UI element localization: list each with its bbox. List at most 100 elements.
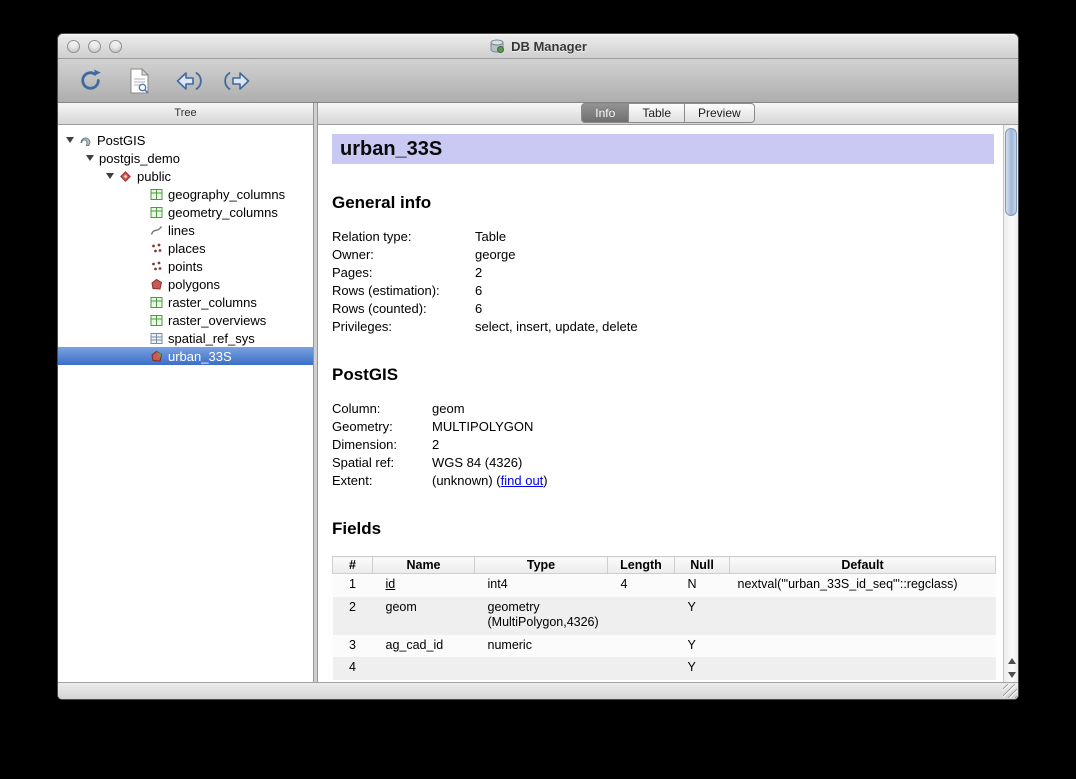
tree-item-public[interactable]: public [58, 167, 313, 185]
resize-grip-icon[interactable] [1003, 684, 1017, 698]
table-icon [150, 206, 164, 219]
info-label: Geometry: [332, 418, 432, 436]
info-row: Rows (estimation):6 [332, 282, 994, 300]
export-layer-button[interactable] [221, 65, 253, 97]
info-row-extent: Extent: (unknown) (find out) [332, 472, 994, 490]
tree-item-spatial-ref-sys[interactable]: spatial_ref_sys [58, 329, 313, 347]
vertical-scrollbar[interactable] [1003, 125, 1018, 682]
refresh-icon [78, 68, 103, 93]
info-value: 2 [432, 436, 439, 454]
tree-item-label: points [168, 259, 203, 274]
postgis-rows: Column:geom Geometry:MULTIPOLYGON Dimens… [332, 400, 994, 490]
db-manager-window: DB Manager [57, 33, 1019, 700]
fields-heading: Fields [332, 519, 994, 539]
tab-preview[interactable]: Preview [685, 103, 755, 123]
tree-item-label: spatial_ref_sys [168, 331, 255, 346]
info-row: Spatial ref:WGS 84 (4326) [332, 454, 994, 472]
info-value: Table [475, 228, 506, 246]
db-tree: PostGIS postgis_demo [58, 125, 313, 682]
status-bar [58, 682, 1018, 699]
polygon-layer-icon [150, 350, 164, 363]
tree-item-polygons[interactable]: polygons [58, 275, 313, 293]
info-row: Owner:george [332, 246, 994, 264]
arrow-up-icon [1008, 658, 1016, 664]
general-info-rows: Relation type:Table Owner:george Pages:2… [332, 228, 994, 336]
info-content: urban_33S General info Relation type:Tab… [318, 125, 1003, 682]
tree-item-raster-overviews[interactable]: raster_overviews [58, 311, 313, 329]
line-layer-icon [150, 224, 164, 237]
tree-item-label: lines [168, 223, 195, 238]
sql-window-button[interactable] [123, 65, 155, 97]
info-label: Relation type: [332, 228, 475, 246]
info-row: Column:geom [332, 400, 994, 418]
tree-item-raster-columns[interactable]: raster_columns [58, 293, 313, 311]
info-label: Spatial ref: [332, 454, 432, 472]
toolbar [58, 59, 1018, 103]
info-label: Rows (counted): [332, 300, 475, 318]
tree-item-geometry-columns[interactable]: geometry_columns [58, 203, 313, 221]
tree-item-urban-33s[interactable]: urban_33S [58, 347, 313, 365]
scroll-up-button[interactable] [1004, 654, 1019, 667]
table-icon [150, 188, 164, 201]
tree-item-postgis-demo[interactable]: postgis_demo [58, 149, 313, 167]
extent-value: (unknown) (find out) [432, 472, 548, 490]
postgis-heading: PostGIS [332, 365, 994, 385]
db-manager-icon [489, 38, 505, 54]
field-row: 2 geom geometry (MultiPolygon,4326) Y [333, 597, 996, 635]
minimize-button[interactable] [88, 40, 101, 53]
info-label: Owner: [332, 246, 475, 264]
info-label: Extent: [332, 472, 432, 490]
tree-item-places[interactable]: places [58, 239, 313, 257]
tree-item-label: geometry_columns [168, 205, 278, 220]
column-header: # [333, 557, 373, 574]
detail-panel: Info Table Preview urban_33S General inf… [318, 103, 1018, 682]
fields-table: # Name Type Length Null Default [332, 556, 996, 680]
tree-item-lines[interactable]: lines [58, 221, 313, 239]
tab-table[interactable]: Table [629, 103, 685, 123]
field-row: 1 id int4 4 N nextval('"urban_33S_id_seq… [333, 574, 996, 597]
field-row: 4 Y [333, 657, 996, 680]
disclosure-triangle-icon[interactable] [86, 155, 94, 161]
sql-window-icon [129, 68, 150, 94]
general-info-heading: General info [332, 193, 994, 213]
disclosure-triangle-icon[interactable] [66, 137, 74, 143]
info-row: Geometry:MULTIPOLYGON [332, 418, 994, 436]
titlebar[interactable]: DB Manager [58, 34, 1018, 59]
info-row: Pages:2 [332, 264, 994, 282]
scrollbar-thumb[interactable] [1005, 128, 1017, 216]
find-out-link[interactable]: find out [501, 473, 544, 488]
tree-item-geography-columns[interactable]: geography_columns [58, 185, 313, 203]
tab-info[interactable]: Info [581, 103, 629, 123]
tree-item-points[interactable]: points [58, 257, 313, 275]
tree-item-postgis[interactable]: PostGIS [58, 131, 313, 149]
scroll-down-button[interactable] [1004, 668, 1019, 681]
disclosure-triangle-icon[interactable] [106, 173, 114, 179]
info-value: george [475, 246, 515, 264]
import-layer-button[interactable] [172, 65, 204, 97]
refresh-button[interactable] [74, 65, 106, 97]
info-row: Privileges:select, insert, update, delet… [332, 318, 994, 336]
tree-panel: Tree PostGIS postgis_demo [58, 103, 314, 682]
window-title: DB Manager [511, 39, 587, 54]
tree-item-label: public [137, 169, 171, 184]
object-title: urban_33S [332, 134, 994, 164]
polygon-layer-icon [150, 278, 164, 291]
close-button[interactable] [67, 40, 80, 53]
info-value: geom [432, 400, 465, 418]
primary-key-field: id [386, 577, 396, 591]
postgis-connection-icon [79, 134, 93, 147]
info-value: WGS 84 (4326) [432, 454, 522, 472]
info-label: Rows (estimation): [332, 282, 475, 300]
tree-item-label: urban_33S [168, 349, 232, 364]
export-arrow-icon [224, 70, 251, 92]
column-header: Name [373, 557, 475, 574]
tree-panel-header: Tree [58, 103, 313, 125]
tree-item-label: PostGIS [97, 133, 145, 148]
info-value: 6 [475, 300, 482, 318]
arrow-down-icon [1008, 672, 1016, 678]
schema-icon [119, 170, 133, 183]
info-label: Column: [332, 400, 432, 418]
column-header: Length [608, 557, 675, 574]
zoom-button[interactable] [109, 40, 122, 53]
info-label: Privileges: [332, 318, 475, 336]
